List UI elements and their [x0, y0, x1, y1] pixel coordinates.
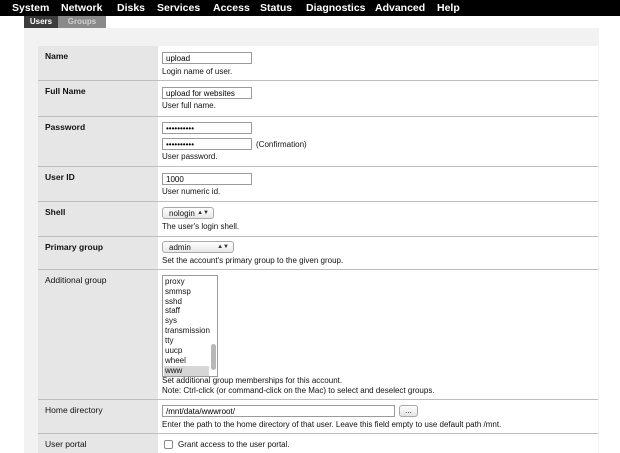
top-nav-bar: System Network Disks Services Access Sta… [0, 0, 620, 16]
additional-group-note: Note: Ctrl-click (or command-click on th… [162, 386, 435, 395]
fullname-input[interactable]: upload for websites [162, 87, 252, 99]
home-directory-help: Enter the path to the home directory of … [162, 420, 502, 429]
userid-input[interactable]: 1000 [162, 173, 252, 185]
select-arrows-icon: ▲▼ [217, 244, 229, 250]
fullname-label: Full Name [45, 86, 86, 96]
user-portal-checkbox[interactable] [164, 440, 173, 449]
group-option[interactable]: transmission [165, 326, 210, 335]
primary-group-help: Set the account's primary group to the g… [162, 256, 344, 265]
shell-select-value: nologin [169, 209, 195, 218]
browse-button[interactable]: ... [399, 405, 418, 417]
group-option[interactable]: uucp [165, 346, 182, 355]
shell-help: The user's login shell. [162, 222, 240, 231]
row-additional-group: Additional group proxy smmsp sshd staff … [38, 270, 598, 400]
password-input[interactable]: •••••••••• [162, 122, 252, 134]
nav-disks[interactable]: Disks [117, 2, 145, 14]
group-option-selected[interactable]: www [165, 366, 182, 375]
name-help: Login name of user. [162, 67, 233, 76]
primary-group-label: Primary group [45, 242, 104, 252]
name-label: Name [45, 51, 69, 61]
primary-group-select-value: admin [169, 243, 191, 252]
group-option[interactable]: sshd [165, 297, 182, 306]
select-arrows-icon: ▲▼ [197, 210, 209, 216]
group-option[interactable]: tty [165, 336, 173, 345]
home-directory-input[interactable]: /mnt/data/wwwroot/ [162, 405, 395, 417]
sub-tabs: Users Groups [0, 16, 620, 28]
nav-services[interactable]: Services [157, 2, 200, 14]
row-name: Name upload Login name of user. [38, 46, 598, 81]
shell-label: Shell [45, 207, 66, 217]
nav-status[interactable]: Status [260, 2, 292, 14]
nav-help[interactable]: Help [437, 2, 460, 14]
password-confirm-label: (Confirmation) [256, 140, 307, 149]
password-confirm-input[interactable]: •••••••••• [162, 138, 252, 150]
additional-group-listbox[interactable]: proxy smmsp sshd staff sys transmission … [162, 275, 218, 377]
home-directory-label: Home directory [45, 405, 103, 415]
user-portal-checkbox-label[interactable]: Grant access to the user portal. [178, 440, 290, 449]
userid-label: User ID [45, 172, 75, 182]
additional-group-help: Set additional group memberships for thi… [162, 376, 343, 385]
row-userid: User ID 1000 User numeric id. [38, 167, 598, 202]
row-shell: Shell nologin ▲▼ The user's login shell. [38, 202, 598, 237]
tab-users[interactable]: Users [24, 16, 58, 28]
tab-groups[interactable]: Groups [58, 16, 106, 28]
primary-group-select[interactable]: admin ▲▼ [162, 241, 234, 253]
row-password: Password •••••••••• •••••••••• (Confirma… [38, 117, 598, 167]
row-primary-group: Primary group admin ▲▼ Set the account's… [38, 237, 598, 270]
name-input[interactable]: upload [162, 52, 252, 64]
group-option[interactable]: sys [165, 316, 177, 325]
nav-access[interactable]: Access [213, 2, 250, 14]
user-portal-label: User portal [45, 439, 87, 449]
row-fullname: Full Name upload for websites User full … [38, 81, 598, 117]
group-option[interactable]: wheel [165, 356, 186, 365]
nav-network[interactable]: Network [61, 2, 102, 14]
nav-diagnostics[interactable]: Diagnostics [306, 2, 366, 14]
nav-advanced[interactable]: Advanced [375, 2, 425, 14]
password-label: Password [45, 122, 86, 132]
group-option[interactable]: smmsp [165, 287, 191, 296]
password-help: User password. [162, 152, 218, 161]
userid-help: User numeric id. [162, 187, 221, 196]
fullname-help: User full name. [162, 101, 216, 110]
shell-select[interactable]: nologin ▲▼ [162, 207, 214, 219]
row-user-portal: User portal Grant access to the user por… [38, 434, 598, 453]
listbox-scrollbar[interactable] [211, 344, 216, 370]
group-option[interactable]: staff [165, 306, 180, 315]
nav-system[interactable]: System [12, 2, 49, 14]
group-option[interactable]: proxy [165, 277, 185, 286]
additional-group-label: Additional group [45, 275, 107, 285]
row-home-directory: Home directory /mnt/data/wwwroot/ ... En… [38, 400, 598, 434]
